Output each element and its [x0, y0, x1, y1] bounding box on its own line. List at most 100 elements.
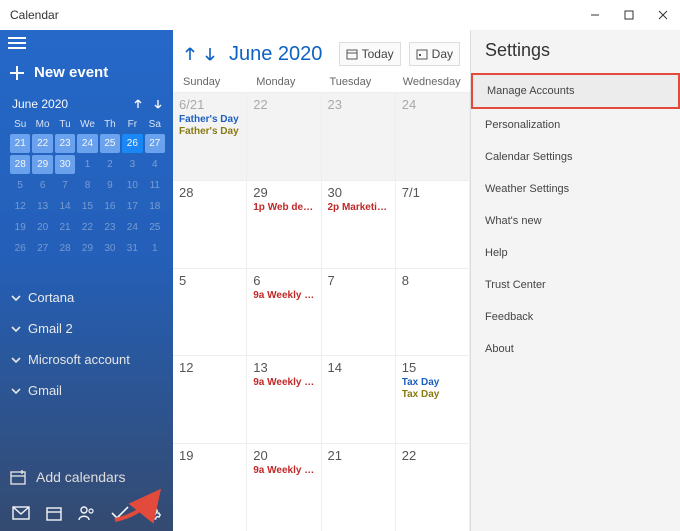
- mini-day[interactable]: 26: [10, 239, 30, 258]
- mini-day[interactable]: 6: [32, 176, 52, 195]
- calendar-cell[interactable]: 24: [396, 92, 470, 180]
- calendar-cell[interactable]: 12: [173, 355, 247, 443]
- calendar-event[interactable]: 2p Marketing c: [328, 202, 389, 213]
- mini-prev-button[interactable]: [133, 99, 143, 109]
- calendar-cell[interactable]: 69a Weekly tear: [247, 268, 321, 356]
- calendar-cell[interactable]: 21: [322, 443, 396, 531]
- mini-day[interactable]: 1: [77, 155, 97, 174]
- mini-day[interactable]: 31: [122, 239, 142, 258]
- calendar-cell[interactable]: 6/21Father's DayFather's Day: [173, 92, 247, 180]
- mini-day[interactable]: 1: [145, 239, 165, 258]
- mini-day[interactable]: 26: [122, 134, 142, 153]
- maximize-button[interactable]: [612, 0, 646, 30]
- mini-day[interactable]: 23: [100, 218, 120, 237]
- calendar-cell[interactable]: 14: [322, 355, 396, 443]
- hamburger-button[interactable]: [0, 30, 173, 60]
- next-period-button[interactable]: [203, 46, 217, 62]
- calendar-event[interactable]: 9a Weekly tear: [253, 377, 314, 388]
- calendar-event[interactable]: 9a Weekly tear: [253, 290, 314, 301]
- mini-day[interactable]: 5: [10, 176, 30, 195]
- mini-day[interactable]: 27: [145, 134, 165, 153]
- calendar-cell[interactable]: 291p Web design: [247, 180, 321, 268]
- calendar-event[interactable]: Tax Day: [402, 377, 463, 388]
- mini-day[interactable]: 22: [77, 218, 97, 237]
- calendar-account[interactable]: Microsoft account: [6, 346, 167, 373]
- close-button[interactable]: [646, 0, 680, 30]
- mini-day[interactable]: 18: [145, 197, 165, 216]
- calendar-cell[interactable]: 22: [396, 443, 470, 531]
- calendar-cell[interactable]: 5: [173, 268, 247, 356]
- mini-day[interactable]: 2: [100, 155, 120, 174]
- calendar-event[interactable]: 9a Weekly tear: [253, 465, 314, 476]
- mini-day[interactable]: 14: [55, 197, 75, 216]
- settings-item[interactable]: Personalization: [471, 109, 680, 141]
- minimize-button[interactable]: [578, 0, 612, 30]
- mini-next-button[interactable]: [153, 99, 163, 109]
- prev-period-button[interactable]: [183, 46, 197, 62]
- today-button[interactable]: Today: [339, 42, 401, 66]
- settings-gear-icon[interactable]: [143, 503, 163, 523]
- mini-day[interactable]: 4: [145, 155, 165, 174]
- settings-item[interactable]: Trust Center: [471, 269, 680, 301]
- settings-item[interactable]: Manage Accounts: [471, 73, 680, 109]
- mini-day[interactable]: 25: [100, 134, 120, 153]
- calendar-icon[interactable]: [44, 503, 64, 523]
- calendar-event[interactable]: Father's Day: [179, 114, 240, 125]
- new-event-button[interactable]: New event: [0, 60, 173, 95]
- mini-day[interactable]: 24: [122, 218, 142, 237]
- calendar-cell[interactable]: 7: [322, 268, 396, 356]
- mini-day[interactable]: 17: [122, 197, 142, 216]
- calendar-cell[interactable]: 139a Weekly tear: [247, 355, 321, 443]
- mini-day[interactable]: 7: [55, 176, 75, 195]
- mini-day[interactable]: 11: [145, 176, 165, 195]
- calendar-cell[interactable]: 8: [396, 268, 470, 356]
- calendar-account[interactable]: Cortana: [6, 284, 167, 311]
- settings-item[interactable]: What's new: [471, 205, 680, 237]
- day-view-button[interactable]: Day: [409, 42, 460, 66]
- people-icon[interactable]: [77, 503, 97, 523]
- mini-day[interactable]: 20: [32, 218, 52, 237]
- mini-day[interactable]: 9: [100, 176, 120, 195]
- mini-day[interactable]: 30: [100, 239, 120, 258]
- settings-item[interactable]: About: [471, 333, 680, 365]
- calendar-event[interactable]: Father's Day: [179, 126, 240, 137]
- mini-day[interactable]: 15: [77, 197, 97, 216]
- mini-day[interactable]: 10: [122, 176, 142, 195]
- mini-day[interactable]: 19: [10, 218, 30, 237]
- mini-day[interactable]: 23: [55, 134, 75, 153]
- mini-day[interactable]: 16: [100, 197, 120, 216]
- mini-day[interactable]: 22: [32, 134, 52, 153]
- calendar-cell[interactable]: 19: [173, 443, 247, 531]
- calendar-cell[interactable]: 7/1: [396, 180, 470, 268]
- calendar-cell[interactable]: 209a Weekly tear: [247, 443, 321, 531]
- mini-day[interactable]: 13: [32, 197, 52, 216]
- settings-item[interactable]: Weather Settings: [471, 173, 680, 205]
- mini-day[interactable]: 27: [32, 239, 52, 258]
- mini-day[interactable]: 24: [77, 134, 97, 153]
- calendar-account[interactable]: Gmail: [6, 377, 167, 404]
- mini-day[interactable]: 12: [10, 197, 30, 216]
- calendar-account[interactable]: Gmail 2: [6, 315, 167, 342]
- settings-item[interactable]: Help: [471, 237, 680, 269]
- mini-day[interactable]: 3: [122, 155, 142, 174]
- mini-day[interactable]: 21: [55, 218, 75, 237]
- mini-day[interactable]: 21: [10, 134, 30, 153]
- settings-item[interactable]: Calendar Settings: [471, 141, 680, 173]
- calendar-cell[interactable]: 28: [173, 180, 247, 268]
- mini-day[interactable]: 30: [55, 155, 75, 174]
- add-calendars-button[interactable]: Add calendars: [0, 459, 173, 495]
- mini-day[interactable]: 8: [77, 176, 97, 195]
- calendar-cell[interactable]: 302p Marketing c: [322, 180, 396, 268]
- mini-day[interactable]: 29: [32, 155, 52, 174]
- current-month-label[interactable]: June 2020: [229, 43, 322, 66]
- calendar-cell[interactable]: 23: [322, 92, 396, 180]
- mini-day[interactable]: 28: [10, 155, 30, 174]
- todo-icon[interactable]: [110, 503, 130, 523]
- settings-item[interactable]: Feedback: [471, 301, 680, 333]
- mail-icon[interactable]: [11, 503, 31, 523]
- calendar-event[interactable]: Tax Day: [402, 389, 463, 400]
- calendar-cell[interactable]: 15Tax DayTax Day: [396, 355, 470, 443]
- calendar-cell[interactable]: 22: [247, 92, 321, 180]
- mini-day[interactable]: 29: [77, 239, 97, 258]
- calendar-event[interactable]: 1p Web design: [253, 202, 314, 213]
